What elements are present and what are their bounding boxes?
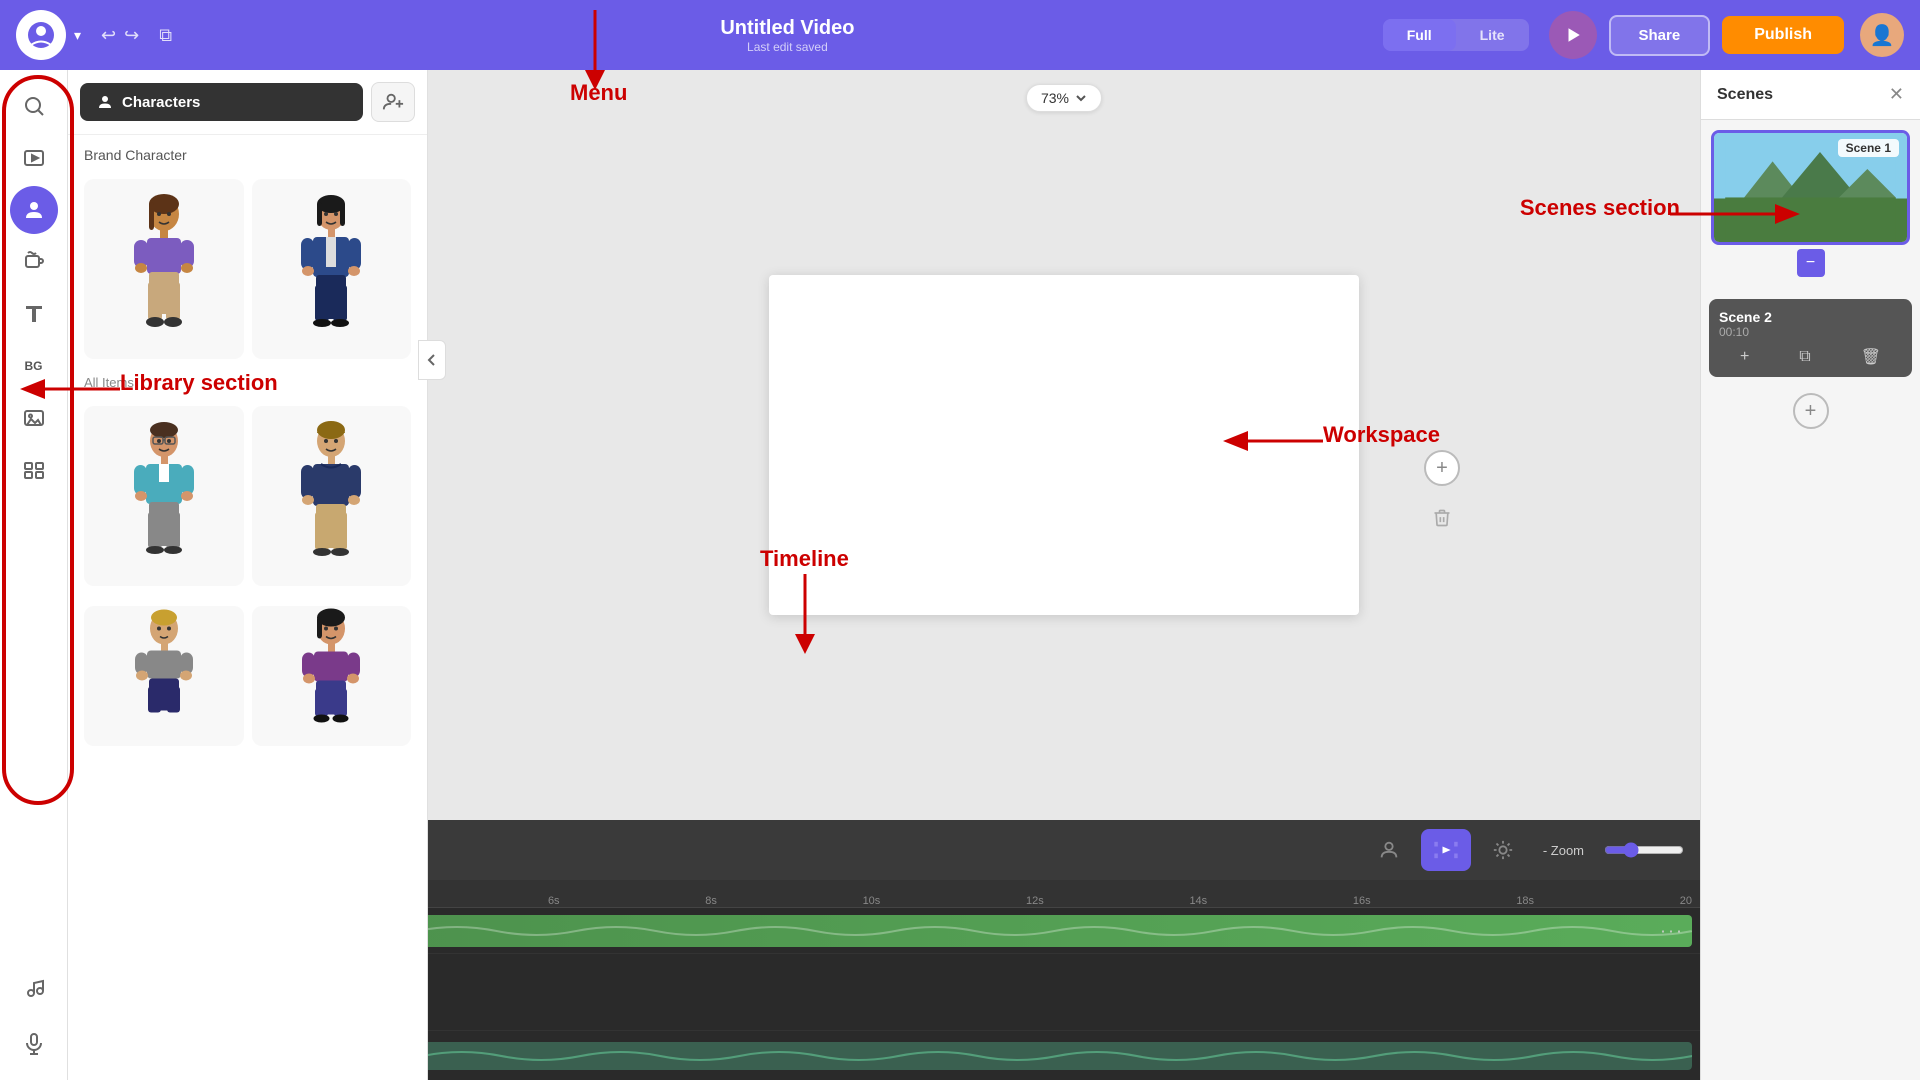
full-view-button[interactable]: Full — [1383, 19, 1456, 51]
settings-timeline-icon[interactable] — [1483, 830, 1523, 870]
undo-button[interactable]: ↩ — [101, 25, 116, 46]
ruler-tick-10: 10s — [863, 895, 881, 907]
ruler-tick-16: 16s — [1353, 895, 1371, 907]
ruler-tick-8: 8s — [705, 895, 717, 907]
share-button[interactable]: Share — [1609, 15, 1711, 56]
ruler-tick-20: 20 — [1680, 895, 1692, 907]
add-to-scene-button[interactable]: + — [1424, 450, 1460, 486]
header: ▾ ↩ ↪ ⧉ Untitled Video Last edit saved F… — [0, 0, 1920, 70]
ruler-tick-18: 18s — [1516, 895, 1534, 907]
lite-view-button[interactable]: Lite — [1456, 19, 1529, 51]
scene-2-title: Scene 2 — [1719, 309, 1902, 325]
last-saved: Last edit saved — [192, 40, 1383, 54]
characters-tab[interactable]: Characters — [80, 83, 363, 121]
publish-button[interactable]: Publish — [1722, 16, 1844, 54]
character-card-3[interactable] — [84, 406, 244, 586]
character-card-4[interactable] — [252, 406, 412, 586]
avatar: 👤 — [1860, 13, 1904, 57]
toolbar-search-button[interactable] — [10, 82, 58, 130]
video-title: Untitled Video — [192, 17, 1383, 40]
scene-1-label: Scene 1 — [1838, 139, 1899, 157]
toolbar-scenes-button[interactable] — [10, 446, 58, 494]
scene-2-item[interactable]: Scene 2 00:10 + ⧉ 🗑 — [1709, 299, 1912, 377]
toolbar-music-button[interactable] — [10, 964, 58, 1012]
toolbar-mic-button[interactable] — [10, 1020, 58, 1068]
video-canvas — [769, 275, 1359, 615]
character-card-6[interactable] — [252, 606, 412, 746]
scene-2-duration: 00:10 — [1719, 325, 1902, 339]
add-character-button[interactable] — [371, 82, 415, 122]
panel-collapse-button[interactable] — [418, 340, 446, 380]
toolbar-characters-button[interactable] — [10, 186, 58, 234]
logo — [16, 10, 66, 60]
zoom-label: - Zoom — [1543, 843, 1584, 858]
redo-button[interactable]: ↪ — [124, 25, 139, 46]
scene-2-copy-button[interactable]: ⧉ — [1799, 347, 1810, 367]
scenes-panel-title: Scenes — [1717, 86, 1773, 104]
zoom-value: 73% — [1041, 90, 1069, 106]
scene-1-item[interactable]: Scene 1 − — [1701, 120, 1920, 291]
workspace: 73% + — [428, 70, 1700, 820]
scene-1-minus-button[interactable]: − — [1797, 249, 1825, 277]
zoom-control[interactable]: 73% — [1026, 84, 1102, 112]
ruler-tick-6: 6s — [548, 895, 560, 907]
toolbar-coffee-button[interactable] — [10, 238, 58, 286]
character-card-2[interactable] — [252, 179, 412, 359]
header-caret[interactable]: ▾ — [74, 27, 81, 44]
add-scene-button[interactable]: + — [1793, 393, 1829, 429]
all-items-label: All Items — [68, 367, 427, 398]
brand-characters-grid — [68, 171, 427, 367]
toolbar-background-button[interactable]: BG — [10, 342, 58, 390]
more-characters-grid — [68, 598, 427, 754]
delete-from-scene-button[interactable] — [1424, 500, 1460, 536]
scenes-panel-close[interactable]: ✕ — [1889, 84, 1904, 105]
characters-tab-label: Characters — [122, 94, 200, 111]
scenes-panel: Scenes ✕ Scene 1 − Scene 2 00: — [1700, 70, 1920, 1080]
ruler-tick-14: 14s — [1189, 895, 1207, 907]
audio-waveform — [422, 1042, 1692, 1070]
toolbar-image-button[interactable] — [10, 394, 58, 442]
toolbar-text-button[interactable] — [10, 290, 58, 338]
brand-character-label: Brand Character — [68, 135, 427, 171]
all-characters-grid — [68, 398, 427, 594]
scene-2-add-button[interactable]: + — [1740, 347, 1749, 367]
zoom-slider[interactable] — [1604, 842, 1684, 858]
video-clip-icon[interactable] — [1421, 829, 1471, 871]
character-card-1[interactable] — [84, 179, 244, 359]
scene-2-actions: + ⧉ 🗑 — [1719, 347, 1902, 367]
left-toolbar: BG — [0, 70, 68, 1080]
copy-button[interactable]: ⧉ — [159, 25, 172, 46]
view-toggle: Full Lite — [1383, 19, 1529, 51]
characters-panel: Characters Brand Character — [68, 70, 428, 1080]
play-preview-button[interactable] — [1549, 11, 1597, 59]
scene-2-delete-button[interactable]: 🗑 — [1861, 347, 1881, 367]
toolbar-media-button[interactable] — [10, 134, 58, 182]
character-timeline-icon — [1369, 830, 1409, 870]
ruler-tick-12: 12s — [1026, 895, 1044, 907]
character-card-5[interactable] — [84, 606, 244, 746]
